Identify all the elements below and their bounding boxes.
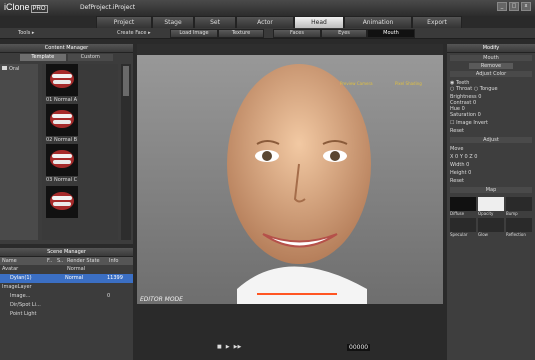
height-slider[interactable]: Height 0 bbox=[447, 169, 535, 177]
playback-controls: ■ ▶ ▶▶ bbox=[217, 344, 241, 350]
radio-tongue[interactable]: ○ Tongue bbox=[474, 86, 498, 92]
radio-group: ◉ Teeth ○ Throat ○ Tongue bbox=[447, 79, 535, 93]
move-z-field[interactable]: Z 0 bbox=[469, 154, 477, 160]
folder-icon bbox=[2, 66, 7, 70]
tree-item-oral[interactable]: Oral bbox=[0, 64, 38, 74]
map-reflection[interactable]: Reflection bbox=[506, 218, 532, 237]
move-fields: X 0 Y 0 Z 0 bbox=[447, 153, 535, 161]
preview-camera-label[interactable]: Preview Camera bbox=[340, 81, 373, 86]
scene-manager-title: Scene Manager bbox=[0, 248, 133, 257]
thumbnail-label: 03 Normal C bbox=[46, 177, 78, 183]
reset-button[interactable]: Reset bbox=[447, 177, 535, 185]
table-row[interactable]: ImageLayer bbox=[0, 283, 133, 292]
map-header: Map bbox=[450, 187, 532, 193]
thumbnail-label: 02 Normal B bbox=[46, 137, 78, 143]
content-manager-title: Content Manager bbox=[0, 44, 133, 53]
timecode: 00000 bbox=[347, 344, 371, 351]
thumbnail-02[interactable] bbox=[46, 104, 78, 136]
map-bump[interactable]: Bump bbox=[506, 197, 532, 216]
table-row[interactable]: Avatar Normal bbox=[0, 265, 133, 274]
editor-mode-label: EDITOR MODE bbox=[140, 296, 183, 303]
move-label: Move bbox=[450, 146, 464, 152]
content-scrollbar[interactable] bbox=[121, 64, 131, 240]
table-row[interactable]: Image... 0 bbox=[0, 292, 133, 301]
thumbnail-label: 01 Normal A bbox=[46, 97, 78, 103]
texture-button[interactable]: Texture bbox=[218, 29, 264, 38]
map-glow[interactable]: Glow bbox=[478, 218, 504, 237]
remove-button[interactable]: Remove bbox=[469, 63, 513, 69]
slider-group: Brightness 0 Contrast 0 Hue 0 Saturation… bbox=[447, 93, 535, 119]
teeth-icon bbox=[50, 192, 74, 210]
teeth-icon bbox=[50, 110, 74, 128]
teeth-icon bbox=[50, 70, 74, 88]
thumbnail-04[interactable] bbox=[46, 186, 78, 218]
teeth-icon bbox=[50, 150, 74, 168]
eyes-button[interactable]: Eyes bbox=[321, 29, 367, 38]
tools-menu[interactable]: Tools ▸ bbox=[18, 30, 34, 36]
image-invert-checkbox[interactable]: ☐ Image Invert bbox=[447, 119, 535, 127]
col-header[interactable]: Render State bbox=[67, 258, 109, 264]
adjust-color-header: Adjust Color bbox=[450, 71, 532, 77]
folder-tree[interactable]: Oral bbox=[0, 64, 38, 240]
col-header[interactable]: S.. bbox=[57, 258, 67, 264]
content-manager-panel: Content Manager Template Custom Oral 01 … bbox=[0, 44, 133, 244]
scrollbar-thumb[interactable] bbox=[123, 66, 129, 96]
window-controls: _ □ x bbox=[497, 2, 531, 11]
next-icon[interactable]: ▶▶ bbox=[234, 344, 242, 350]
table-row[interactable]: Dir/Spot Li... bbox=[0, 301, 133, 310]
col-header[interactable]: Info bbox=[109, 258, 129, 264]
col-header[interactable]: Name bbox=[0, 258, 47, 264]
maximize-button[interactable]: □ bbox=[509, 2, 519, 11]
thumbnail-03[interactable] bbox=[46, 144, 78, 176]
section-header: Mouth bbox=[450, 55, 532, 61]
map-opacity[interactable]: Opacity bbox=[478, 197, 504, 216]
thumbnail-list: 01 Normal A 02 Normal B 03 Normal C bbox=[42, 64, 118, 240]
scene-manager-panel: Scene Manager Name F.. S.. Render State … bbox=[0, 248, 133, 360]
tool-row bbox=[0, 28, 535, 39]
map-specular[interactable]: Specular bbox=[450, 218, 476, 237]
table-row[interactable]: Dylan(1) Normal 11399 bbox=[0, 274, 133, 283]
thumbnail-01[interactable] bbox=[46, 64, 78, 96]
shading-label[interactable]: Pixel Shading bbox=[395, 81, 422, 86]
move-y-field[interactable]: Y 0 bbox=[460, 154, 468, 160]
close-button[interactable]: x bbox=[521, 2, 531, 11]
move-x-field[interactable]: X 0 bbox=[450, 154, 458, 160]
stop-icon[interactable]: ■ bbox=[217, 344, 222, 350]
tab-custom[interactable]: Custom bbox=[67, 54, 113, 61]
project-name: DefProject.iProject bbox=[80, 4, 136, 11]
saturation-slider[interactable]: Saturation 0 bbox=[450, 112, 532, 118]
viewport-toolbar bbox=[137, 44, 443, 55]
scene-table: Avatar Normal Dylan(1) Normal 11399 ImageLa… bbox=[0, 265, 133, 319]
app-logo: iClone PRO bbox=[4, 2, 48, 13]
modify-panel: Modify Mouth Remove Adjust Color ◉ Teeth… bbox=[447, 44, 535, 360]
playback-bar: ■ ▶ ▶▶ 00000 bbox=[137, 338, 443, 360]
load-image-button[interactable]: Load Image bbox=[170, 29, 218, 38]
play-icon[interactable]: ▶ bbox=[226, 344, 230, 350]
table-row[interactable]: Point Light bbox=[0, 310, 133, 319]
radio-throat[interactable]: ○ Throat bbox=[450, 86, 472, 92]
faces-button[interactable]: Faces bbox=[273, 29, 321, 38]
adjust-header: Adjust bbox=[450, 137, 532, 143]
create-face-menu[interactable]: Create Face ▸ bbox=[117, 30, 151, 36]
width-slider[interactable]: Width 0 bbox=[447, 161, 535, 169]
map-grid: Diffuse Opacity Bump Specular Glow Refle… bbox=[447, 195, 535, 239]
modify-title: Modify bbox=[447, 44, 535, 53]
col-header[interactable]: F.. bbox=[47, 258, 57, 264]
mouth-button[interactable]: Mouth bbox=[367, 29, 415, 38]
tab-template[interactable]: Template bbox=[20, 54, 66, 61]
minimize-button[interactable]: _ bbox=[497, 2, 507, 11]
reset-button[interactable]: Reset bbox=[447, 127, 535, 135]
map-diffuse[interactable]: Diffuse bbox=[450, 197, 476, 216]
